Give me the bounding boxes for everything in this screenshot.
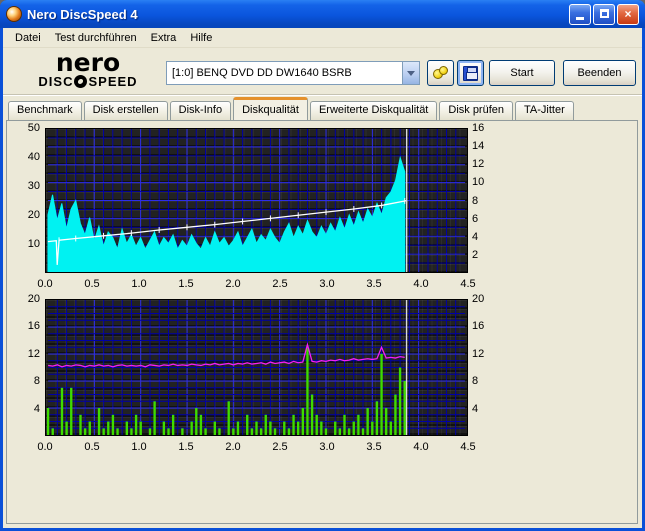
disc-icon (74, 75, 88, 88)
close-icon: × (624, 6, 632, 21)
menu-datei[interactable]: Datei (8, 30, 48, 46)
axis-tick-label: 4.0 (413, 441, 429, 453)
logo-discspeed-text: DISC SPEED (28, 74, 148, 89)
axis-tick-label: 2.5 (272, 441, 288, 453)
axis-tick-label: 8 (472, 194, 479, 207)
axis-tick-label: 50 (27, 122, 40, 134)
quit-button[interactable]: Beenden (563, 60, 636, 86)
app-icon (6, 6, 22, 22)
tab-erweiterte-diskqualitaet[interactable]: Erweiterte Diskqualität (309, 101, 438, 120)
axis-tick-label: 10 (472, 176, 485, 189)
pi-errors-chart: 10 20 30 40 50 2 4 6 8 10 12 14 16 0.0 0.5 1.0 1.5 2.0 2.5… (8, 122, 498, 293)
tab-diskqualitaet[interactable]: Diskqualität (233, 97, 308, 120)
axis-tick-label: 4 (33, 402, 40, 415)
logo-nero-text: nero (55, 48, 121, 77)
menu-hilfe[interactable]: Hilfe (183, 30, 219, 46)
menu-bar: Datei Test durchführen Extra Hilfe (3, 28, 642, 48)
drive-select-value: [1:0] BENQ DVD DD DW1640 BSRB (172, 67, 352, 79)
axis-tick-label: 3.0 (319, 441, 335, 453)
axis-tick-label: 3.5 (366, 278, 382, 290)
axis-tick-label: 0.5 (84, 278, 100, 290)
menu-test-durchfuehren[interactable]: Test durchführen (48, 30, 144, 46)
chevron-down-icon[interactable] (402, 62, 419, 84)
tab-benchmark[interactable]: Benchmark (8, 101, 82, 120)
toolbar-separator (3, 94, 642, 96)
axis-tick-label: 3.5 (366, 441, 382, 453)
maximize-icon (599, 8, 609, 18)
nero-discspeed-logo: nero DISC SPEED (28, 48, 148, 89)
axis-tick-label: 4 (472, 230, 479, 243)
axis-tick-label: 4.0 (413, 278, 429, 290)
tab-strip: Benchmark Disk erstellen Disk-Info Diskq… (8, 97, 574, 120)
save-icon (463, 65, 478, 81)
menu-extra[interactable]: Extra (144, 30, 184, 46)
axis-tick-label: 40 (27, 151, 40, 163)
title-bar: Nero DiscSpeed 4 × (0, 0, 645, 28)
axis-tick-label: 1.0 (131, 278, 147, 290)
axis-tick-label: 4 (472, 402, 479, 415)
minimize-icon (576, 16, 584, 20)
logo-disc-text: DISC (38, 74, 74, 89)
axis-tick-label: 16 (472, 320, 485, 333)
axis-tick-label: 20 (472, 293, 485, 305)
axis-tick-label: 16 (27, 320, 40, 333)
axis-tick-label: 20 (27, 209, 40, 221)
axis-tick-label: 10 (27, 238, 40, 250)
axis-tick-label: 8 (472, 375, 479, 388)
axis-tick-label: 2 (472, 248, 479, 261)
axis-tick-label: 8 (33, 375, 40, 388)
axis-tick-label: 0.0 (37, 278, 53, 290)
axis-tick-label: 12 (27, 347, 40, 360)
pi-errors-chart-plot (45, 128, 468, 273)
axis-tick-label: 1.5 (178, 441, 194, 453)
minimize-button[interactable] (569, 3, 591, 25)
axis-tick-label: 4.5 (460, 441, 476, 453)
tab-page-top-border (6, 120, 638, 121)
axis-tick-label: 1.5 (178, 278, 194, 290)
tab-ta-jitter[interactable]: TA-Jitter (515, 101, 574, 120)
pi-failures-jitter-chart-plot (45, 299, 468, 436)
axis-tick-label: 2.0 (225, 441, 241, 453)
axis-tick-label: 4.5 (460, 278, 476, 290)
axis-tick-label: 6 (472, 212, 479, 225)
tab-disk-pruefen[interactable]: Disk prüfen (439, 101, 514, 120)
app-window: Nero DiscSpeed 4 × Datei Test durchführe… (0, 0, 645, 531)
axis-tick-label: 30 (27, 180, 40, 192)
maximize-button[interactable] (593, 3, 615, 25)
axis-tick-label: 1.0 (131, 441, 147, 453)
close-button[interactable]: × (617, 3, 639, 25)
window-title: Nero DiscSpeed 4 (27, 6, 138, 22)
axis-tick-label: 14 (472, 140, 485, 153)
tab-disk-erstellen[interactable]: Disk erstellen (83, 101, 168, 120)
axis-tick-label: 0.5 (84, 441, 100, 453)
axis-tick-label: 3.0 (319, 278, 335, 290)
axis-tick-label: 12 (472, 158, 485, 171)
axis-tick-label: 0.0 (37, 441, 53, 453)
start-button[interactable]: Start (489, 60, 555, 86)
axis-tick-label: 20 (27, 293, 40, 305)
logo-speed-text: SPEED (88, 74, 138, 89)
tab-disk-info[interactable]: Disk-Info (169, 101, 232, 120)
eject-disc-icon (432, 66, 449, 80)
eject-button[interactable] (427, 60, 454, 86)
axis-tick-label: 2.0 (225, 278, 241, 290)
pi-failures-jitter-chart: 4 8 12 16 20 4 8 12 16 20 0.0 0.5 1.0 1.5 2.0 2.5 3.0 3.5… (8, 293, 498, 456)
axis-tick-label: 12 (472, 347, 485, 360)
axis-tick-label: 16 (472, 122, 485, 134)
save-button[interactable] (457, 60, 484, 86)
axis-tick-label: 2.5 (272, 278, 288, 290)
drive-select[interactable]: [1:0] BENQ DVD DD DW1640 BSRB (166, 61, 420, 85)
